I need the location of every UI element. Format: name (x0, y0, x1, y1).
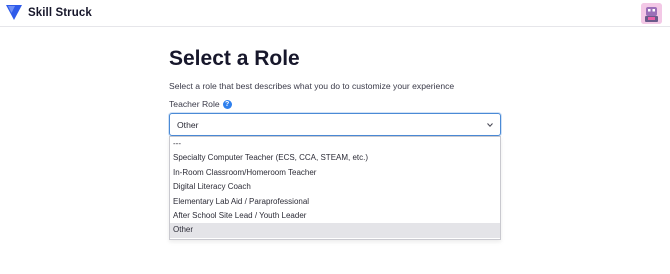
role-option[interactable]: Other (170, 223, 500, 238)
teacher-role-options-list: --- Specialty Computer Teacher (ECS, CCA… (169, 136, 501, 240)
top-navbar: Skill Struck (0, 0, 670, 27)
brand-logo[interactable]: Skill Struck (6, 5, 92, 20)
question-circle-icon[interactable]: ? (222, 99, 232, 109)
user-avatar[interactable] (641, 3, 662, 24)
role-option[interactable]: Elementary Lab Aid / Paraprofessional (170, 195, 500, 209)
page-subtitle: Select a role that best describes what y… (169, 81, 455, 91)
chevron-down-icon (487, 123, 493, 128)
page-title: Select a Role (169, 47, 300, 70)
teacher-role-selected-value: Other (177, 120, 199, 130)
teacher-role-label: Teacher Role ? (169, 99, 232, 109)
role-option[interactable]: Specialty Computer Teacher (ECS, CCA, ST… (170, 151, 500, 165)
teacher-role-select[interactable]: Other (169, 113, 501, 136)
teacher-role-label-text: Teacher Role (169, 99, 220, 109)
role-option[interactable]: Digital Literacy Coach (170, 180, 500, 194)
avatar-icon (641, 3, 662, 24)
role-option[interactable]: In-Room Classroom/Homeroom Teacher (170, 166, 500, 180)
role-option[interactable]: --- (170, 137, 500, 151)
role-option[interactable]: After School Site Lead / Youth Leader (170, 209, 500, 223)
brand-name: Skill Struck (28, 6, 92, 19)
skill-struck-logo-icon (6, 5, 22, 20)
